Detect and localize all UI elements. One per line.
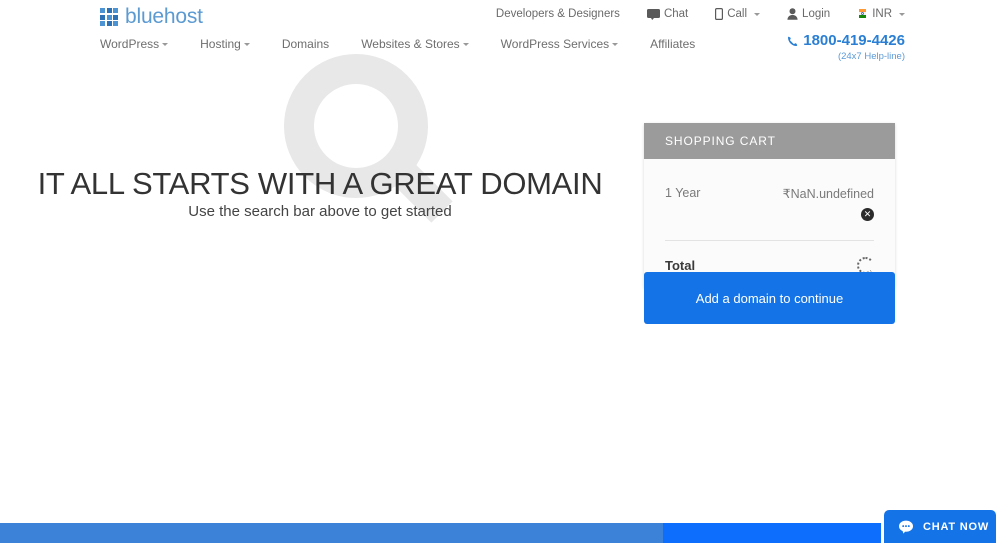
add-domain-button[interactable]: Add a domain to continue — [644, 272, 895, 324]
nav-item-affiliates[interactable]: Affiliates — [650, 37, 695, 51]
user-person-icon — [787, 8, 798, 20]
util-label: Call — [727, 8, 748, 20]
util-item-chat[interactable]: Chat — [646, 8, 689, 20]
cart-item-price: ₹NaN.undefined — [782, 187, 874, 201]
footer-strip-left — [0, 523, 663, 543]
chat-bubble-icon — [646, 8, 660, 20]
util-item-call[interactable]: Call — [715, 8, 761, 20]
chevron-down-icon — [754, 12, 761, 16]
help-line-subtext: (24x7 Help-line) — [837, 50, 905, 62]
nav-label: Affiliates — [650, 37, 696, 51]
help-line-text: 1800-419-4426 — [803, 32, 905, 49]
india-flag-icon — [857, 8, 868, 20]
chat-bubble-icon — [898, 519, 914, 535]
chat-now-widget[interactable]: CHAT NOW — [884, 510, 996, 543]
hero-subtitle: Use the search bar above to get started — [188, 203, 452, 220]
phone-handset-icon — [787, 36, 798, 47]
close-circle-icon[interactable]: ✕ — [861, 208, 874, 221]
cart-total-row: Total — [665, 241, 874, 274]
shopping-cart-body: 1 Year ₹NaN.undefined ✕ Total — [644, 159, 895, 288]
util-label: INR — [872, 8, 892, 20]
help-line-block: 1800-419-4426 (24x7 Help-line) — [787, 32, 905, 62]
cart-line-item: 1 Year ₹NaN.undefined ✕ — [665, 159, 874, 221]
cart-total-label: Total — [665, 258, 696, 273]
util-label: Login — [802, 8, 831, 20]
shopping-cart-title: SHOPPING CART — [644, 123, 895, 159]
cart-item-term: 1 Year — [665, 186, 701, 200]
chevron-down-icon — [899, 12, 905, 16]
help-line-number[interactable]: 1800-419-4426 — [787, 32, 905, 50]
util-label: Chat — [663, 8, 689, 20]
hero-section: IT ALL STARTS WITH A GREAT DOMAIN Use th… — [0, 0, 640, 400]
footer-strip-right — [663, 523, 881, 543]
chat-now-label: CHAT NOW — [923, 520, 990, 533]
mobile-phone-icon — [715, 8, 724, 20]
cart-item-right: ₹NaN.undefined ✕ — [783, 186, 874, 221]
shopping-cart-panel: SHOPPING CART 1 Year ₹NaN.undefined ✕ To… — [644, 123, 895, 288]
util-item-currency-inr[interactable]: INR — [857, 8, 905, 20]
hero-title: IT ALL STARTS WITH A GREAT DOMAIN — [37, 166, 603, 201]
util-item-login[interactable]: Login — [787, 8, 830, 20]
